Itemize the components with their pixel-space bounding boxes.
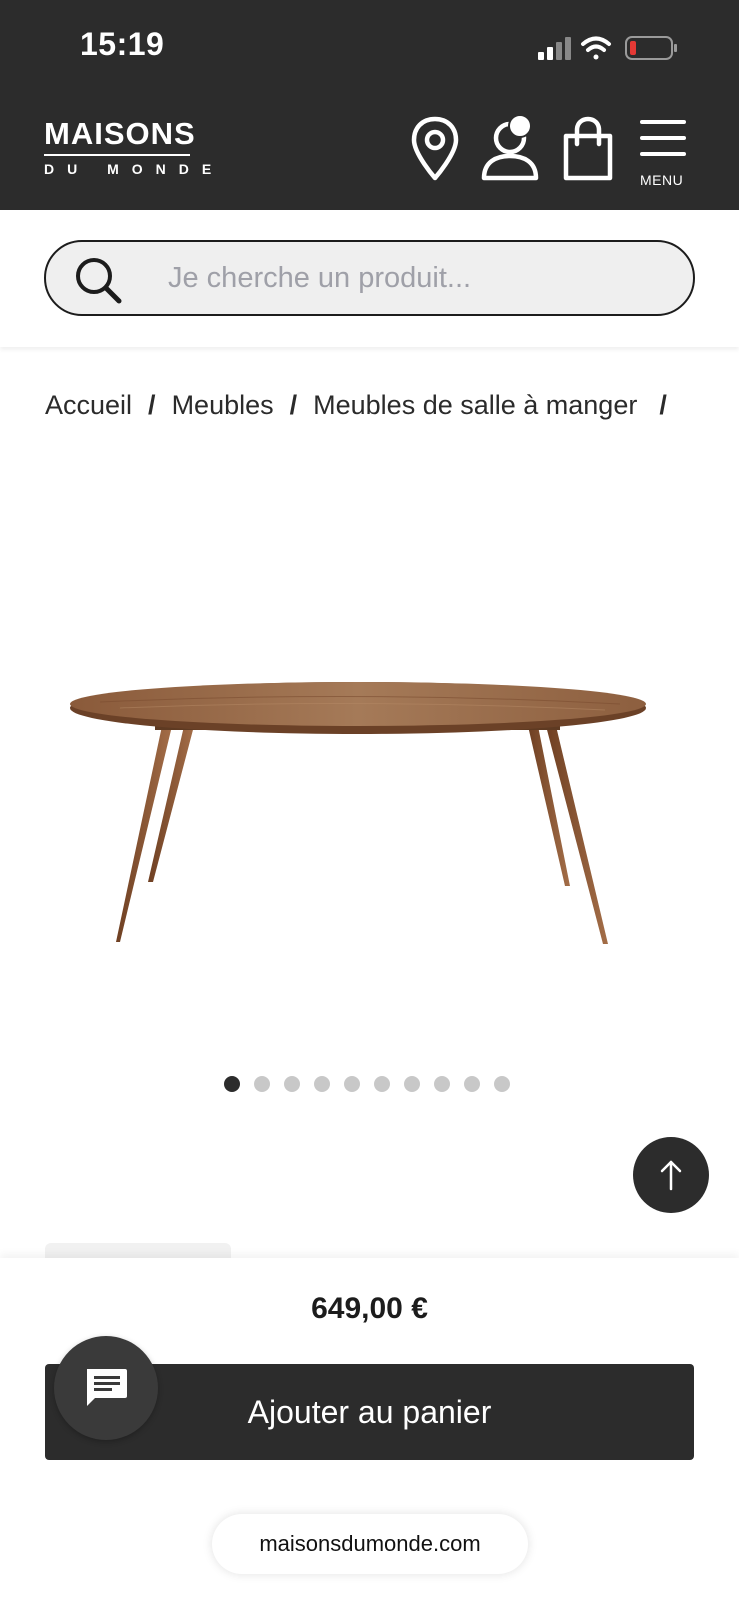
breadcrumb: Accueil / Meubles / Meubles de salle à mange… [45,390,683,421]
location-pin-icon[interactable] [410,116,460,182]
carousel-dot[interactable] [494,1076,510,1092]
status-icons [538,36,677,60]
breadcrumb-item-meubles[interactable]: Meubles [172,390,274,420]
carousel-dot[interactable] [344,1076,360,1092]
product-price: 649,00 € [311,1292,428,1325]
signal-icon [538,37,571,60]
breadcrumb-separator: / [148,390,156,420]
carousel-dot[interactable] [284,1076,300,1092]
scroll-to-top-button[interactable] [633,1137,709,1213]
menu-label[interactable]: MENU [640,172,683,188]
carousel-pagination [224,1076,510,1092]
carousel-dot[interactable] [464,1076,480,1092]
carousel-dot[interactable] [374,1076,390,1092]
logo-divider [44,154,190,156]
logo-sub-text: DU MONDE [44,161,225,177]
battery-icon [625,36,677,60]
breadcrumb-item-accueil[interactable]: Accueil [45,390,132,420]
search-icon[interactable] [72,254,124,306]
wifi-icon [581,36,611,60]
product-image[interactable] [60,660,660,950]
status-time: 15:19 [80,26,165,62]
hamburger-menu-icon[interactable] [640,118,686,160]
chat-icon [87,1369,127,1406]
shopping-bag-icon[interactable] [560,116,616,182]
carousel-dot[interactable] [314,1076,330,1092]
chat-button[interactable] [54,1336,158,1440]
search-input[interactable] [168,258,688,298]
arrow-up-icon [660,1160,682,1191]
breadcrumb-item-salle-a-manger[interactable]: Meubles de salle à manger [313,390,637,420]
browser-url-bar[interactable]: maisonsdumonde.com [212,1514,528,1574]
brand-logo[interactable]: MAISONS DU MONDE [44,118,224,177]
notification-dot-icon [508,116,532,138]
carousel-dot[interactable] [404,1076,420,1092]
carousel-dot[interactable] [254,1076,270,1092]
logo-main-text: MAISONS [44,116,196,151]
carousel-dot[interactable] [224,1076,240,1092]
breadcrumb-separator: / [289,390,298,420]
carousel-dot[interactable] [434,1076,450,1092]
breadcrumb-separator: / [659,390,667,420]
account-icon[interactable] [480,116,544,182]
